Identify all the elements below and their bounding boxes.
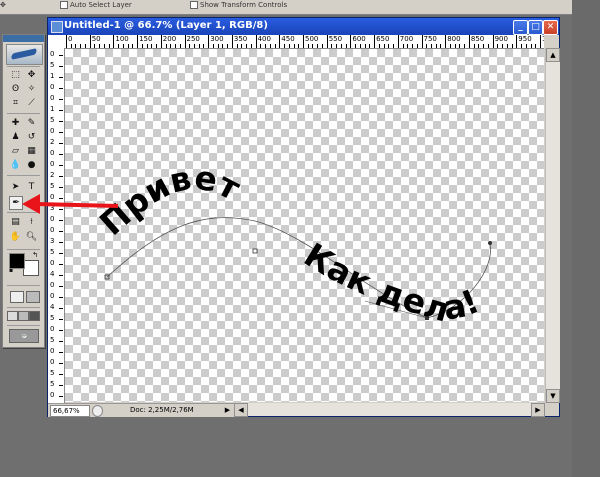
red-arrow-head-icon (22, 194, 40, 214)
red-arrow-shaft (35, 202, 119, 208)
annotation-overlay (22, 194, 119, 214)
right-panel-area (572, 0, 600, 477)
